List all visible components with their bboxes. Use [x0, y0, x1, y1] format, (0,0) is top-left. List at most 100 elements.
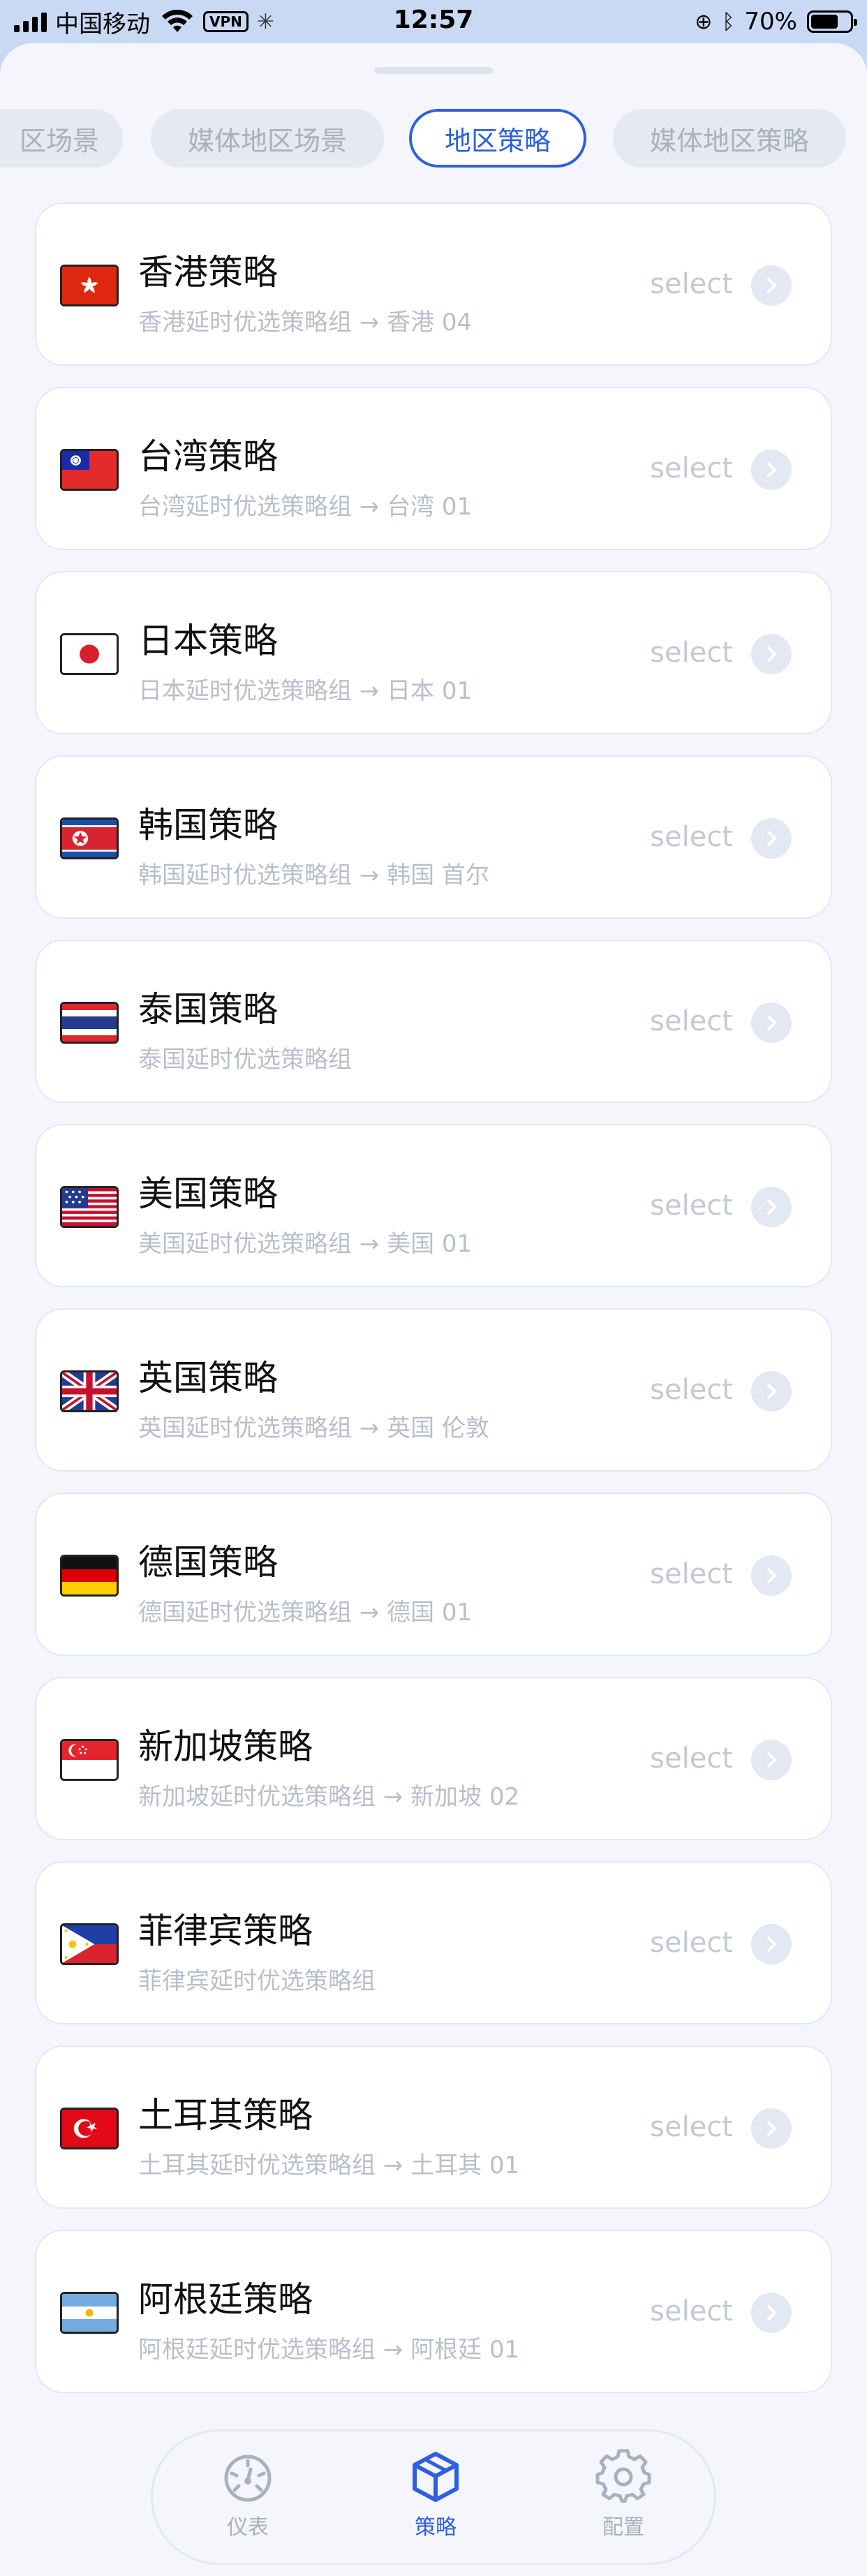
policy-subtitle: 英国延时优选策略组 → 英国 伦敦: [138, 1414, 489, 1442]
policy-title: 新加坡策略: [138, 1726, 313, 1767]
battery-percentage: 70%: [744, 8, 797, 36]
select-label[interactable]: select: [650, 1190, 733, 1222]
select-chevron-button[interactable]: [751, 2293, 792, 2333]
chevron-right-icon: [767, 278, 776, 293]
chevron-right-icon: [767, 646, 776, 662]
nav-dashboard-label: 仪表: [227, 2515, 269, 2540]
nav-config[interactable]: 配置: [575, 2448, 672, 2540]
battery-icon: [807, 10, 857, 33]
select-chevron-button[interactable]: [751, 2108, 792, 2149]
select-label[interactable]: select: [650, 1927, 733, 1959]
policy-card[interactable]: 英国策略英国延时优选策略组 → 英国 伦敦 select: [35, 1308, 832, 1472]
policy-card[interactable]: 新加坡策略新加坡延时优选策略组 → 新加坡 02 select: [35, 1677, 832, 1840]
select-label[interactable]: select: [650, 1742, 733, 1775]
policy-title: 日本策略: [138, 621, 278, 661]
policy-card[interactable]: 土耳其策略土耳其延时优选策略组 → 土耳其 01 select: [35, 2045, 832, 2209]
sheet-grabber[interactable]: [374, 67, 493, 74]
policy-card[interactable]: 日本策略日本延时优选策略组 → 日本 01 select: [35, 571, 832, 734]
wifi-icon: [162, 10, 193, 32]
policy-title: 菲律宾策略: [138, 1911, 313, 1951]
select-label[interactable]: select: [650, 1374, 733, 1406]
chevron-right-icon: [767, 1015, 776, 1030]
orientation-lock-icon: ⊕: [695, 9, 713, 34]
policy-subtitle: 阿根廷延时优选策略组 → 阿根廷 01: [138, 2336, 520, 2364]
gauge-icon: [224, 2455, 272, 2502]
select-chevron-button[interactable]: [751, 1924, 792, 1964]
select-label[interactable]: select: [650, 637, 733, 669]
select-chevron-button[interactable]: [751, 818, 792, 859]
policy-card[interactable]: 德国策略德国延时优选策略组 → 德国 01 select: [35, 1493, 832, 1656]
th-flag-icon: [60, 1002, 119, 1044]
policy-subtitle: 德国延时优选策略组 → 德国 01: [138, 1599, 473, 1627]
chevron-right-icon: [767, 831, 776, 846]
select-chevron-button[interactable]: [751, 1187, 792, 1227]
policy-subtitle: 菲律宾延时优选策略组: [138, 1967, 376, 1995]
vpn-badge: VPN: [203, 11, 249, 32]
nav-config-label: 配置: [602, 2515, 644, 2540]
status-bar: 中国移动 VPN ✳ 12:57 ⊕ ᛒ 70%: [0, 0, 867, 43]
policy-subtitle: 韩国延时优选策略组 → 韩国 首尔: [138, 861, 489, 889]
nav-policy-label: 策略: [415, 2515, 457, 2540]
policy-title: 德国策略: [138, 1542, 278, 1583]
tab-media-region-policy[interactable]: 媒体地区策略: [613, 109, 846, 168]
policy-title: 香港策略: [138, 252, 278, 293]
tab-media-region-scene[interactable]: 媒体地区场景: [151, 109, 384, 168]
tab-region-scene[interactable]: 区场景: [0, 109, 123, 168]
select-label[interactable]: select: [650, 1005, 733, 1037]
de-flag-icon: [60, 1555, 119, 1597]
carrier-name: 中国移动: [55, 10, 150, 38]
policy-subtitle: 土耳其延时优选策略组 → 土耳其 01: [138, 2152, 520, 2179]
ph-flag-icon: [60, 1923, 119, 1965]
policy-subtitle: 日本延时优选策略组 → 日本 01: [138, 677, 473, 705]
policy-title: 韩国策略: [138, 805, 278, 845]
policy-subtitle: 美国延时优选策略组 → 美国 01: [138, 1230, 473, 1258]
policy-card[interactable]: 台湾策略 台湾延时优选策略组 → 台湾 01 select: [35, 387, 832, 550]
select-chevron-button[interactable]: [751, 1740, 792, 1780]
policy-card[interactable]: 香港策略香港延时优选策略组 → 香港 04 select: [35, 202, 832, 366]
policy-card[interactable]: 美国策略美国延时优选策略组 → 美国 01 select: [35, 1124, 832, 1287]
select-label[interactable]: select: [650, 452, 733, 484]
chevron-right-icon: [767, 1384, 776, 1399]
cube-icon: [413, 2452, 459, 2502]
select-chevron-button[interactable]: [751, 1555, 792, 1596]
select-chevron-button[interactable]: [751, 450, 792, 490]
select-chevron-button[interactable]: [751, 1002, 792, 1043]
uk-flag-icon: [60, 1370, 119, 1412]
policy-title: 阿根廷策略: [138, 2279, 313, 2320]
chevron-right-icon: [767, 462, 776, 478]
select-label[interactable]: select: [650, 268, 733, 300]
loading-spinner-icon: ✳: [256, 9, 275, 34]
policy-card[interactable]: 菲律宾策略菲律宾延时优选策略组 select: [35, 1861, 832, 2024]
select-label[interactable]: select: [650, 2295, 733, 2327]
bluetooth-icon: ᛒ: [722, 9, 735, 34]
select-chevron-button[interactable]: [751, 265, 792, 306]
policy-subtitle: 香港延时优选策略组 → 香港 04: [138, 309, 473, 336]
nav-dashboard[interactable]: 仪表: [199, 2448, 297, 2540]
chevron-right-icon: [767, 1199, 776, 1215]
policy-title: 英国策略: [138, 1358, 278, 1398]
chevron-right-icon: [767, 1937, 776, 1952]
policy-subtitle: 泰国延时优选策略组: [138, 1046, 352, 1074]
select-label[interactable]: select: [650, 1558, 733, 1590]
policy-title: 美国策略: [138, 1174, 278, 1214]
policy-subtitle: 新加坡延时优选策略组 → 新加坡 02: [138, 1783, 520, 1811]
policy-title: 土耳其策略: [138, 2095, 313, 2135]
policy-card[interactable]: 泰国策略泰国延时优选策略组 select: [35, 940, 832, 1103]
policy-card[interactable]: 阿根廷策略阿根廷延时优选策略组 → 阿根廷 01 select: [35, 2230, 832, 2393]
nav-policy[interactable]: 策略: [387, 2448, 484, 2540]
chevron-right-icon: [767, 2305, 776, 2320]
kp-flag-icon: [60, 817, 119, 859]
policy-title: 泰国策略: [138, 989, 278, 1030]
ar-flag-icon: [60, 2292, 119, 2334]
chevron-right-icon: [767, 1752, 776, 1768]
select-label[interactable]: select: [650, 2111, 733, 2143]
hk-flag-icon: [60, 265, 119, 306]
bottom-navigation: 仪表 策略 配置: [151, 2429, 716, 2565]
policy-subtitle: 台湾延时优选策略组 → 台湾 01: [138, 493, 473, 521]
tab-region-policy[interactable]: 地区策略: [409, 109, 586, 168]
select-chevron-button[interactable]: [751, 634, 792, 674]
policy-card[interactable]: 韩国策略韩国延时优选策略组 → 韩国 首尔 select: [35, 755, 832, 919]
us-flag-icon: [60, 1186, 119, 1228]
select-chevron-button[interactable]: [751, 1371, 792, 1412]
select-label[interactable]: select: [650, 821, 733, 853]
